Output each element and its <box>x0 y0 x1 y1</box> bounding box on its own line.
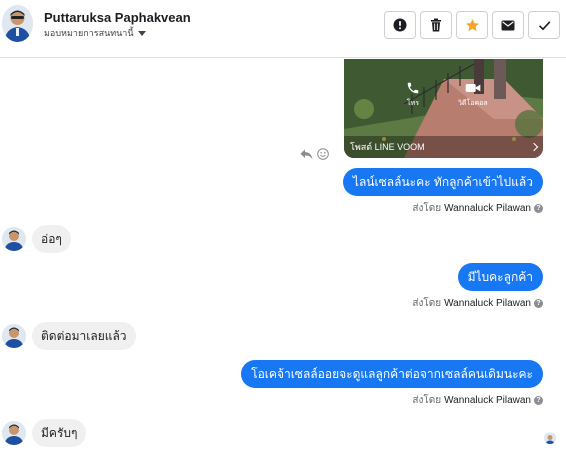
shared-media-card[interactable]: โทร วิดีโอคอล โพสต์ LINE VOOM <box>344 59 543 158</box>
mail-button[interactable] <box>492 11 524 39</box>
sent-by-label: ส่งโดย Wannaluck Pilawan ? <box>412 201 543 216</box>
sender-name[interactable]: Wannaluck Pilawan <box>444 298 531 309</box>
outgoing-message[interactable]: โอเคจ้าเซลล์ออยจะดูแลลูกค้าต่อจากเซลล์คน… <box>241 360 543 388</box>
media-card-footer[interactable]: โพสต์ LINE VOOM <box>344 136 543 158</box>
outgoing-message[interactable]: ไลน์เซลล์นะคะ ทักลูกค้าเข้าไปแล้ว <box>342 168 543 196</box>
sent-by-prefix: ส่งโดย <box>412 395 442 406</box>
sender-name[interactable]: Wannaluck Pilawan <box>444 395 531 406</box>
call-action[interactable]: โทร <box>406 81 420 109</box>
contact-avatar-small[interactable] <box>2 324 26 348</box>
video-call-action[interactable]: วิดีโอคอล <box>458 81 488 109</box>
delete-button[interactable] <box>420 11 452 39</box>
envelope-icon <box>501 20 515 30</box>
incoming-message[interactable]: ติดต่อมาเลยแล้ว <box>32 322 136 350</box>
media-call-actions: โทร วิดีโอคอล <box>344 81 543 121</box>
message-actions <box>300 147 329 165</box>
reply-icon[interactable] <box>300 147 313 165</box>
media-footer-text: โพสต์ LINE VOOM <box>350 142 425 152</box>
contact-avatar-small[interactable] <box>2 227 26 251</box>
sent-by-label: ส่งโดย Wannaluck Pilawan ? <box>412 393 543 408</box>
star-button[interactable] <box>456 11 488 39</box>
caret-down-icon <box>137 30 146 36</box>
message-thread[interactable]: โทร วิดีโอคอล โพสต์ LINE VOOM ไลน์เซลล์น… <box>0 59 566 457</box>
sent-by-prefix: ส่งโดย <box>412 298 442 309</box>
header-toolbar <box>384 11 560 39</box>
phone-icon <box>407 82 419 94</box>
star-icon <box>465 18 479 31</box>
assign-label: มอบหมายการสนทนานี้ <box>44 28 134 38</box>
video-call-label: วิดีโอคอล <box>458 100 488 107</box>
help-icon[interactable]: ? <box>534 299 543 308</box>
conversation-header: Puttaruksa Paphakvean มอบหมายการสนทนานี้ <box>0 0 566 58</box>
contact-name[interactable]: Puttaruksa Paphakvean <box>44 10 191 25</box>
chevron-right-icon <box>529 142 539 152</box>
outgoing-message[interactable]: มีไบคะลูกค้า <box>457 263 543 291</box>
sender-name[interactable]: Wannaluck Pilawan <box>444 203 531 214</box>
check-icon <box>538 20 550 30</box>
incoming-message[interactable]: มีครับๆ <box>32 419 87 447</box>
incoming-message[interactable]: อ่อๆ <box>32 225 71 253</box>
sent-by-prefix: ส่งโดย <box>412 203 442 214</box>
report-button[interactable] <box>384 11 416 39</box>
trash-icon <box>431 18 441 32</box>
help-icon[interactable]: ? <box>534 396 543 405</box>
sent-by-label: ส่งโดย Wannaluck Pilawan ? <box>412 296 543 311</box>
emoji-reaction-icon[interactable] <box>317 147 329 165</box>
video-camera-icon <box>465 84 481 92</box>
contact-avatar[interactable] <box>2 5 33 42</box>
seen-indicator-avatar <box>544 432 556 444</box>
exclamation-circle-icon <box>393 18 407 32</box>
contact-avatar-small[interactable] <box>2 421 26 445</box>
call-label: โทร <box>406 100 420 107</box>
done-button[interactable] <box>528 11 560 39</box>
assign-conversation-dropdown[interactable]: มอบหมายการสนทนานี้ <box>44 26 146 40</box>
help-icon[interactable]: ? <box>534 204 543 213</box>
